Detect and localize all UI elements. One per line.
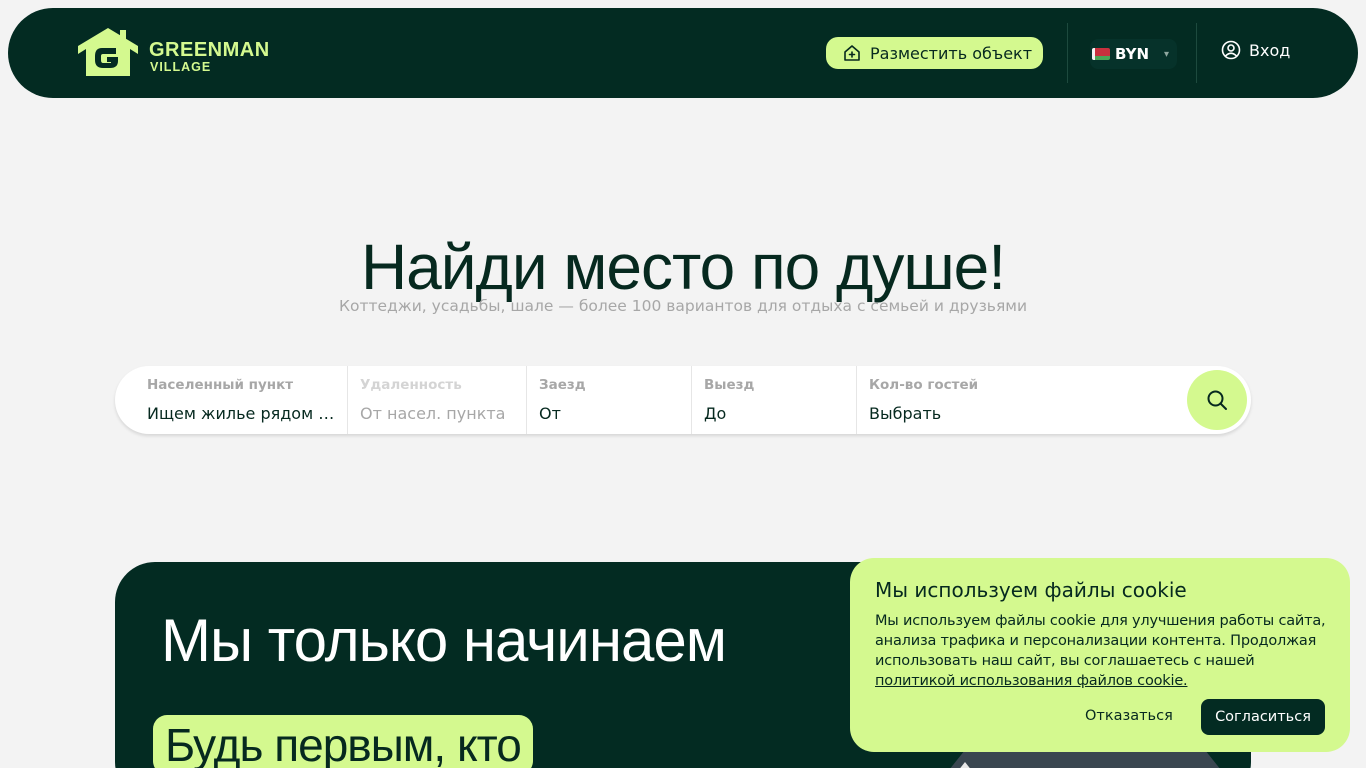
checkin-input[interactable]: От (539, 404, 561, 423)
cookie-accept-button[interactable]: Согласиться (1201, 699, 1325, 735)
checkout-label: Выезд (704, 377, 755, 393)
banner-title: Мы только начинаем (161, 607, 727, 674)
location-field[interactable]: Населенный пункт Ищем жилье рядом с... (115, 366, 347, 434)
site-header: GREENMAN VILLAGE Разместить объект BYN ▾… (8, 8, 1358, 98)
place-listing-label: Разместить объект (870, 43, 1033, 63)
guests-input[interactable]: Выбрать (869, 404, 941, 423)
hero-subtitle: Коттеджи, усадьбы, шале — более 100 вари… (338, 297, 1028, 315)
cookie-consent: Мы используем файлы cookie Мы используем… (850, 558, 1350, 752)
currency-label: BYN (1115, 45, 1150, 63)
banner-highlight: Будь первым, кто (153, 715, 533, 768)
cookie-policy-link[interactable]: политикой использования файлов cookie. (875, 673, 1188, 689)
logo-wordmark: GREENMAN (149, 39, 270, 61)
house-g-logo-icon (78, 28, 138, 76)
hero-title: Найди место по душе! (360, 231, 1006, 303)
cookie-text: Мы используем файлы cookie для улучшения… (875, 611, 1335, 691)
guests-field[interactable]: Кол-во гостей Выбрать (856, 366, 1176, 434)
login-label: Вход (1249, 40, 1291, 60)
search-icon (1207, 390, 1227, 410)
location-input[interactable]: Ищем жилье рядом с... (147, 404, 337, 423)
checkout-input[interactable]: До (704, 404, 726, 423)
search-button[interactable] (1187, 370, 1247, 430)
search-bar: Населенный пункт Ищем жилье рядом с... У… (115, 366, 1251, 434)
header-divider (1067, 23, 1068, 83)
header-divider (1196, 23, 1197, 83)
login-button[interactable]: Вход (1221, 40, 1290, 60)
cookie-body: Мы используем файлы cookie для улучшения… (875, 613, 1326, 669)
cookie-title: Мы используем файлы cookie (875, 578, 1187, 602)
cookie-decline-button[interactable]: Отказаться (1085, 708, 1173, 724)
distance-input[interactable]: От насел. пункта (360, 404, 505, 423)
belarus-flag-icon (1092, 48, 1110, 60)
checkin-label: Заезд (539, 377, 586, 393)
chevron-down-icon: ▾ (1164, 48, 1170, 60)
checkin-field[interactable]: Заезд От (526, 366, 691, 434)
currency-selector[interactable]: BYN ▾ (1090, 39, 1177, 69)
user-icon (1221, 40, 1241, 60)
checkout-field[interactable]: Выезд До (691, 366, 856, 434)
logo-subtitle: VILLAGE (150, 60, 212, 74)
greenman-logo[interactable]: GREENMAN VILLAGE (76, 26, 276, 82)
guests-label: Кол-во гостей (869, 377, 979, 393)
place-listing-button[interactable]: Разместить объект (826, 37, 1043, 69)
house-plus-icon (844, 45, 860, 61)
distance-label: Удаленность (360, 377, 462, 393)
location-label: Населенный пункт (147, 377, 294, 393)
distance-field[interactable]: Удаленность От насел. пункта (347, 366, 526, 434)
